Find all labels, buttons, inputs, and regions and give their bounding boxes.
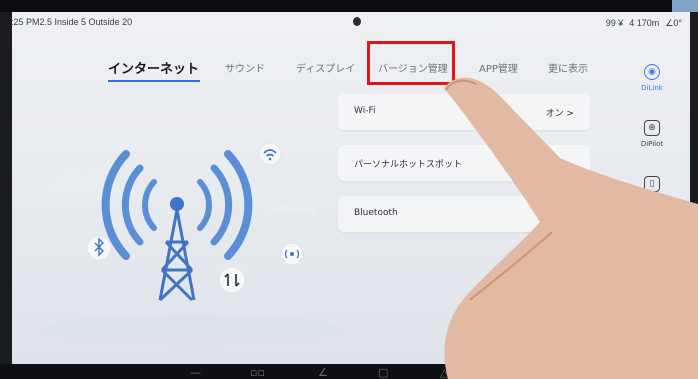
setting-label: Wi-Fi <box>354 106 376 116</box>
status-air-quality: 1:25 PM2.5 Inside 5 Outside 20 <box>12 17 133 27</box>
dilink-icon: ◉ <box>644 64 660 80</box>
tower-icon <box>158 209 196 302</box>
status-item: ∠0° <box>665 18 682 28</box>
nav-hint-4: ▢ <box>378 366 389 379</box>
rail-item-dipilot[interactable]: ⊕ DiPilot <box>630 120 674 148</box>
network-illustration <box>42 142 342 346</box>
tab-sound[interactable]: サウンド <box>225 60 265 75</box>
setting-label: パーソナルホットスポット <box>354 160 463 170</box>
rail-label: DiLink <box>641 84 663 92</box>
dipilot-icon: ⊕ <box>644 120 660 136</box>
setting-value: オン > <box>546 106 574 119</box>
hotspot-icon <box>290 252 294 256</box>
bezel-left <box>0 12 12 364</box>
status-right-group: 99 ¥ 4 170m ∠0° <box>606 18 682 29</box>
nav-hint-1: — <box>190 366 201 379</box>
data-transfer-bubble <box>218 266 246 294</box>
infotainment-screen: 1:25 PM2.5 Inside 5 Outside 20 99 ¥ 4 17… <box>12 12 690 364</box>
nav-hint-5: △ <box>440 366 449 379</box>
wifi-status: オン <box>545 109 564 119</box>
chevron-right-icon: > <box>566 109 574 119</box>
bezel-bottom <box>0 364 698 379</box>
tab-internet[interactable]: インターネット <box>108 58 199 77</box>
rail-label: エネルギー <box>634 197 670 205</box>
active-tab-underline <box>108 80 200 82</box>
wifi-dot <box>268 157 272 161</box>
camera-icon <box>353 17 361 26</box>
bezel-glint <box>672 0 698 12</box>
status-item: 4 170m <box>629 18 660 28</box>
nav-hint-2: ▫▫ <box>250 366 265 379</box>
rail-item-energy[interactable]: ▯ エネルギー <box>630 176 674 206</box>
rail-item-dilink[interactable]: ◉ DiLink <box>630 64 674 92</box>
energy-icon: ▯ <box>644 176 660 192</box>
bezel-right <box>690 12 698 364</box>
ground-ellipse <box>42 314 342 346</box>
setting-row-wifi[interactable]: Wi-Fi オン > <box>338 94 590 130</box>
setting-label: Bluetooth <box>354 208 398 218</box>
highlight-box <box>367 41 455 85</box>
status-item: 99 ¥ <box>605 18 624 28</box>
nav-hint-3: ∠ <box>318 366 328 379</box>
tab-app-management[interactable]: APP管理 <box>479 60 518 75</box>
cloud-right <box>264 203 318 214</box>
setting-row-bluetooth[interactable]: Bluetooth <box>338 196 590 232</box>
setting-row-hotspot[interactable]: パーソナルホットスポット <box>338 145 590 181</box>
tower-top <box>170 197 184 211</box>
tab-display[interactable]: ディスプレイ <box>296 60 355 75</box>
bezel-top <box>0 0 698 12</box>
rail-label: DiPilot <box>640 140 664 148</box>
tab-more[interactable]: 更に表示 <box>548 60 588 75</box>
